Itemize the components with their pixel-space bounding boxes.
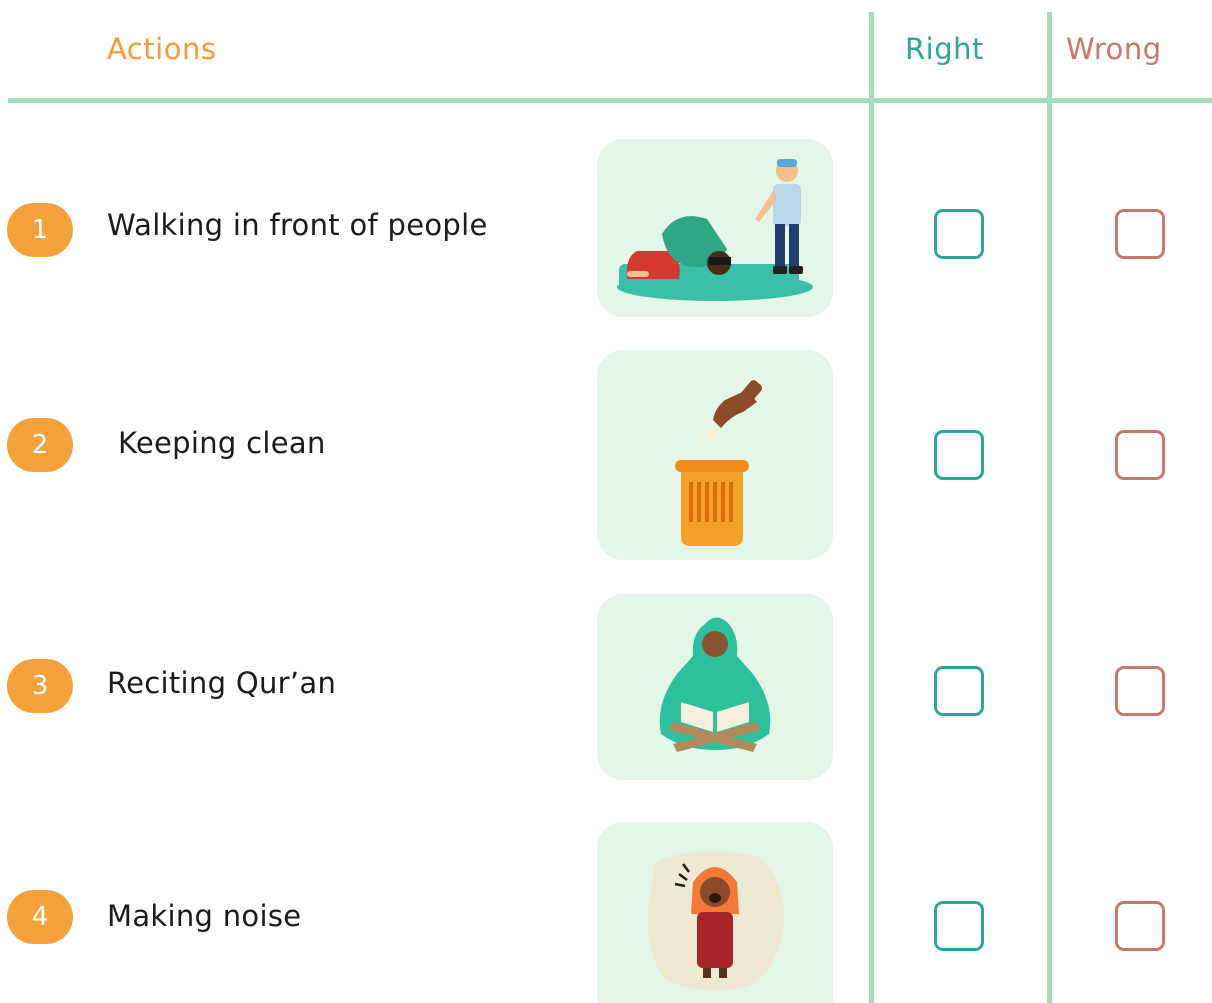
header-wrong: Wrong <box>1066 32 1162 66</box>
hand-dropping-trash-in-bin-icon <box>597 350 833 560</box>
right-checkbox[interactable] <box>934 666 984 716</box>
column-divider-right <box>869 12 874 1003</box>
wrong-checkbox[interactable] <box>1115 666 1165 716</box>
row-label: Walking in front of people <box>107 208 488 242</box>
wrong-checkbox[interactable] <box>1115 901 1165 951</box>
right-checkbox[interactable] <box>934 901 984 951</box>
right-checkbox[interactable] <box>934 209 984 259</box>
row-number-badge: 1 <box>7 203 73 257</box>
girl-shouting-icon <box>597 822 833 1003</box>
row-number-badge: 4 <box>7 890 73 944</box>
row-label: Keeping clean <box>118 426 326 460</box>
header-actions: Actions <box>107 32 217 66</box>
row-number-badge: 3 <box>7 659 73 713</box>
header-right: Right <box>905 32 984 66</box>
right-checkbox[interactable] <box>934 430 984 480</box>
wrong-checkbox[interactable] <box>1115 430 1165 480</box>
row-number-badge: 2 <box>7 418 73 472</box>
row-label: Reciting Qur’an <box>107 666 337 700</box>
column-divider-wrong <box>1047 12 1052 1003</box>
wrong-checkbox[interactable] <box>1115 209 1165 259</box>
row-label: Making noise <box>107 899 302 933</box>
person-walking-in-front-of-praying-man-icon <box>597 139 833 317</box>
woman-reading-quran-icon <box>597 594 833 780</box>
header-divider <box>8 98 1212 103</box>
